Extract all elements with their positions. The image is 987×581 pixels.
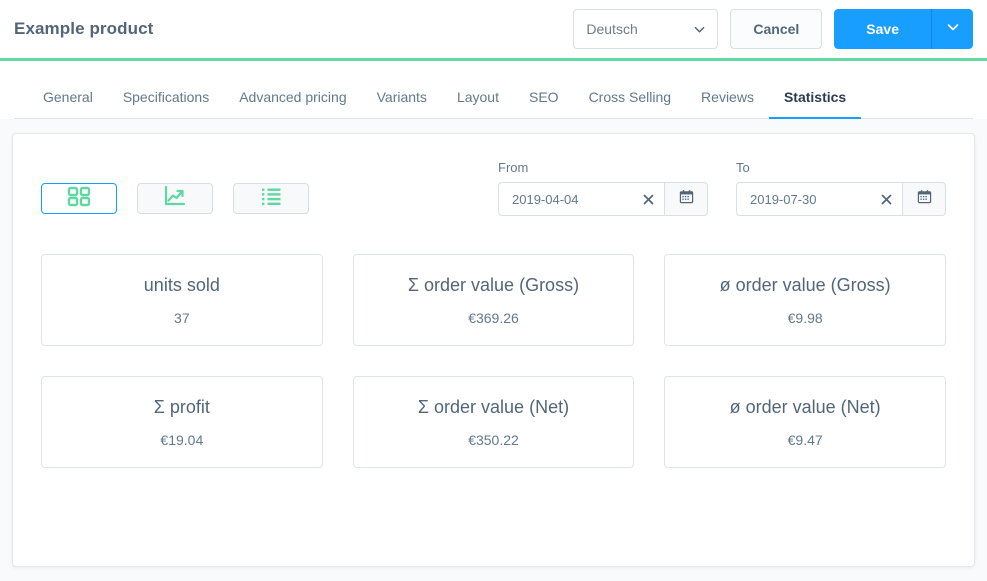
tab-bar-wrapper: General Specifications Advanced pricing … bbox=[0, 61, 987, 119]
chevron-down-icon bbox=[947, 20, 959, 38]
tab-cross-selling[interactable]: Cross Selling bbox=[574, 89, 686, 118]
header-actions: Deutsch Cancel Save bbox=[573, 9, 973, 49]
stat-card-value: €9.98 bbox=[787, 309, 823, 326]
date-to-value: 2019-07-30 bbox=[750, 191, 817, 207]
language-select[interactable]: Deutsch bbox=[573, 9, 719, 49]
stat-card-value: 37 bbox=[174, 309, 190, 326]
stat-card-title: Σ order value (Gross) bbox=[407, 274, 580, 295]
tab-advanced-pricing[interactable]: Advanced pricing bbox=[224, 89, 361, 118]
date-to-control: 2019-07-30 bbox=[736, 182, 946, 216]
date-to-group: To 2019-07-30 bbox=[736, 160, 946, 216]
date-from-label: From bbox=[498, 160, 529, 175]
date-from-value: 2019-04-04 bbox=[512, 191, 579, 207]
view-button-grid[interactable] bbox=[41, 183, 117, 214]
tab-reviews[interactable]: Reviews bbox=[686, 89, 769, 118]
stat-card-avg-order-value-net: ø order value (Net) €9.47 bbox=[664, 376, 946, 468]
calendar-icon bbox=[679, 189, 694, 209]
date-from-input[interactable]: 2019-04-04 bbox=[498, 182, 664, 216]
save-button-group: Save bbox=[834, 9, 973, 49]
statistics-panel: From 2019-04-04 To 2019-07-30 units sold… bbox=[12, 133, 975, 567]
stat-card-title: ø order value (Net) bbox=[729, 396, 881, 417]
date-from-group: From 2019-04-04 bbox=[498, 160, 708, 216]
tab-specifications[interactable]: Specifications bbox=[108, 89, 224, 118]
date-from-calendar-button[interactable] bbox=[664, 182, 708, 216]
view-switcher bbox=[41, 183, 309, 216]
stat-card-value: €19.04 bbox=[160, 431, 204, 448]
list-view-icon bbox=[258, 186, 284, 211]
stat-card-value: €9.47 bbox=[787, 431, 823, 448]
close-icon[interactable] bbox=[880, 193, 893, 206]
stat-card-sum-order-value-net: Σ order value (Net) €350.22 bbox=[352, 376, 635, 468]
page-body: From 2019-04-04 To 2019-07-30 units sold… bbox=[0, 119, 987, 581]
statistics-cards-grid: units sold 37 Σ order value (Gross) €369… bbox=[41, 254, 946, 468]
stat-card-value: €350.22 bbox=[468, 431, 519, 448]
view-button-list[interactable] bbox=[233, 183, 309, 214]
save-button[interactable]: Save bbox=[834, 9, 931, 49]
cancel-button[interactable]: Cancel bbox=[730, 9, 823, 49]
stat-card-title: units sold bbox=[143, 274, 220, 295]
save-dropdown-toggle[interactable] bbox=[931, 9, 973, 49]
date-to-input[interactable]: 2019-07-30 bbox=[736, 182, 902, 216]
stat-card-title: ø order value (Gross) bbox=[719, 274, 891, 295]
app-header: Example product Deutsch Cancel Save bbox=[0, 0, 987, 58]
tab-general[interactable]: General bbox=[28, 89, 108, 118]
tab-variants[interactable]: Variants bbox=[362, 89, 442, 118]
tab-seo[interactable]: SEO bbox=[514, 89, 574, 118]
stat-card-sum-profit: Σ profit €19.04 bbox=[41, 376, 323, 468]
stat-card-title: Σ order value (Net) bbox=[417, 396, 570, 417]
date-to-calendar-button[interactable] bbox=[902, 182, 946, 216]
stat-card-value: €369.26 bbox=[468, 309, 519, 326]
tab-layout[interactable]: Layout bbox=[442, 89, 514, 118]
date-from-control: 2019-04-04 bbox=[498, 182, 708, 216]
chevron-down-icon bbox=[694, 24, 705, 35]
line-chart-icon bbox=[162, 185, 188, 212]
close-icon[interactable] bbox=[642, 193, 655, 206]
date-to-label: To bbox=[736, 160, 750, 175]
view-button-chart[interactable] bbox=[137, 183, 213, 214]
language-select-value: Deutsch bbox=[586, 21, 638, 37]
stat-card-units-sold: units sold 37 bbox=[41, 254, 323, 346]
date-range-filters: From 2019-04-04 To 2019-07-30 bbox=[498, 160, 946, 216]
stat-card-avg-order-value-gross: ø order value (Gross) €9.98 bbox=[664, 254, 946, 346]
statistics-toolbar: From 2019-04-04 To 2019-07-30 bbox=[41, 160, 946, 216]
stat-card-sum-order-value-gross: Σ order value (Gross) €369.26 bbox=[352, 254, 635, 346]
tab-bar: General Specifications Advanced pricing … bbox=[14, 61, 973, 119]
tab-statistics[interactable]: Statistics bbox=[768, 89, 862, 119]
grid-view-icon bbox=[65, 185, 93, 212]
calendar-icon bbox=[917, 189, 932, 209]
page-title: Example product bbox=[14, 19, 154, 38]
stat-card-title: Σ profit bbox=[153, 396, 210, 417]
